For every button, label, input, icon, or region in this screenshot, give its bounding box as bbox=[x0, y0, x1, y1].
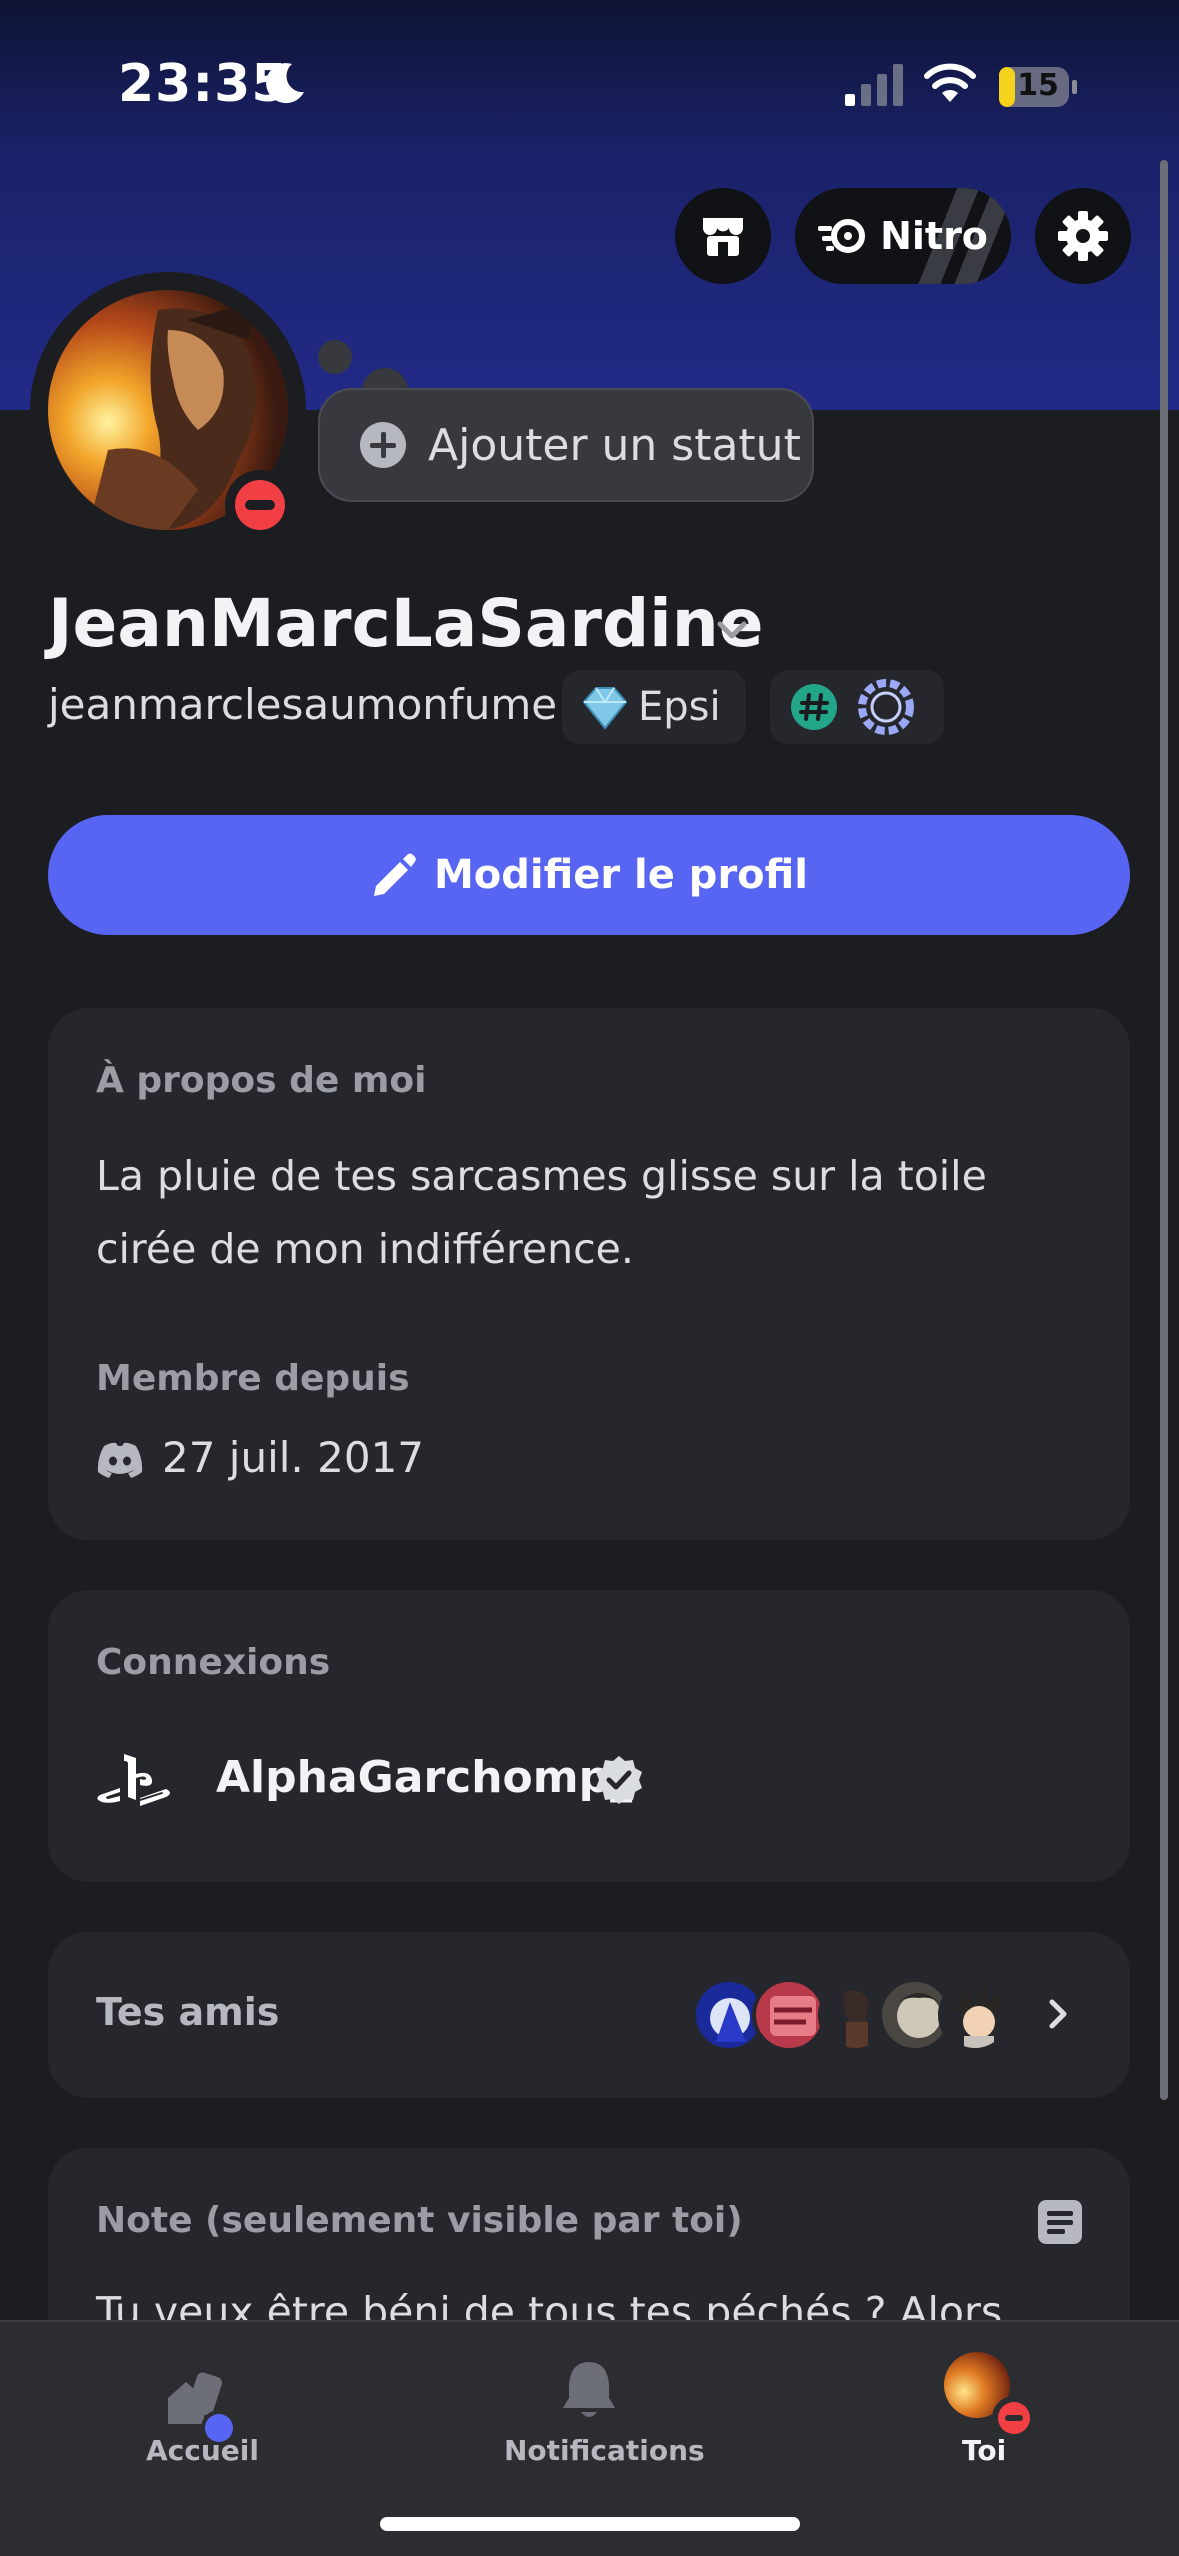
about-title: À propos de moi bbox=[96, 1060, 427, 1101]
wifi-icon bbox=[924, 63, 976, 102]
battery-level: 15 bbox=[1017, 68, 1059, 103]
verified-icon bbox=[596, 1756, 642, 1804]
home-indicator bbox=[380, 2517, 800, 2531]
discord-icon bbox=[97, 1442, 143, 1478]
gear-icon bbox=[1058, 211, 1108, 261]
username: jeanmarclesaumonfume bbox=[48, 680, 558, 729]
shop-icon bbox=[703, 218, 743, 256]
profile-badges[interactable] bbox=[770, 670, 944, 744]
add-status-label: Ajouter un statut bbox=[428, 419, 801, 471]
connections-card: Connexions AlphaGarchomp_ bbox=[48, 1590, 1130, 1882]
hashtag-badge-icon bbox=[791, 684, 837, 730]
status-bar: 23:35 15 bbox=[0, 0, 1179, 150]
nav-you-label: Toi bbox=[962, 2434, 1007, 2467]
nav-home[interactable]: Accueil bbox=[146, 2322, 259, 2472]
about-text: La pluie de tes sarcasmes glisse sur la … bbox=[96, 1152, 987, 1273]
signal-icon bbox=[845, 64, 903, 106]
connections-title: Connexions bbox=[96, 1642, 331, 1683]
settings-button[interactable] bbox=[1035, 188, 1131, 284]
friend-avatar bbox=[752, 1978, 826, 2052]
note-icon bbox=[1038, 2200, 1082, 2244]
nav-notifications[interactable]: Notifications bbox=[504, 2322, 705, 2472]
plus-circle-icon bbox=[360, 422, 406, 468]
nitro-button[interactable]: Nitro bbox=[795, 188, 1011, 284]
edit-profile-label: Modifier le profil bbox=[433, 852, 809, 898]
nitro-icon bbox=[818, 219, 866, 253]
pencil-icon bbox=[373, 853, 416, 896]
quest-badge-icon bbox=[858, 679, 914, 735]
guild-tag-label: Epsi bbox=[638, 684, 721, 730]
edit-profile-button[interactable]: Modifier le profil bbox=[48, 815, 1130, 935]
friends-card[interactable]: Tes amis bbox=[48, 1932, 1130, 2098]
moon-icon bbox=[266, 63, 304, 104]
about-card: À propos de moi La pluie de tes sarcasme… bbox=[48, 1008, 1130, 1540]
guild-tag-badge[interactable]: Epsi bbox=[562, 670, 746, 744]
chevron-right-icon bbox=[1049, 1999, 1067, 2029]
scrollbar[interactable] bbox=[1160, 160, 1168, 2100]
nav-notifications-label: Notifications bbox=[504, 2434, 705, 2467]
status-bubble-dot bbox=[318, 340, 352, 374]
nav-home-label: Accueil bbox=[146, 2434, 259, 2467]
friend-avatar bbox=[938, 1978, 1012, 2052]
home-icon bbox=[168, 2372, 237, 2442]
bell-icon bbox=[563, 2362, 615, 2417]
nitro-label: Nitro bbox=[880, 214, 988, 258]
display-name[interactable]: JeanMarcLaSardine bbox=[48, 585, 764, 662]
member-since-date: 27 juil. 2017 bbox=[162, 1433, 425, 1482]
shop-button[interactable] bbox=[675, 188, 771, 284]
diamond-icon bbox=[582, 687, 628, 730]
nav-you[interactable]: Toi bbox=[940, 2322, 1040, 2472]
playstation-icon bbox=[97, 1754, 170, 1806]
friends-label: Tes amis bbox=[96, 1990, 280, 2034]
connection-name[interactable]: AlphaGarchomp_ bbox=[216, 1752, 632, 1803]
note-title: Note (seulement visible par toi) bbox=[96, 2200, 743, 2241]
dnd-status-badge bbox=[225, 470, 295, 540]
member-since-title: Membre depuis bbox=[96, 1358, 410, 1399]
add-status-button[interactable]: Ajouter un statut bbox=[318, 388, 814, 502]
chevron-down-icon[interactable] bbox=[712, 610, 752, 650]
